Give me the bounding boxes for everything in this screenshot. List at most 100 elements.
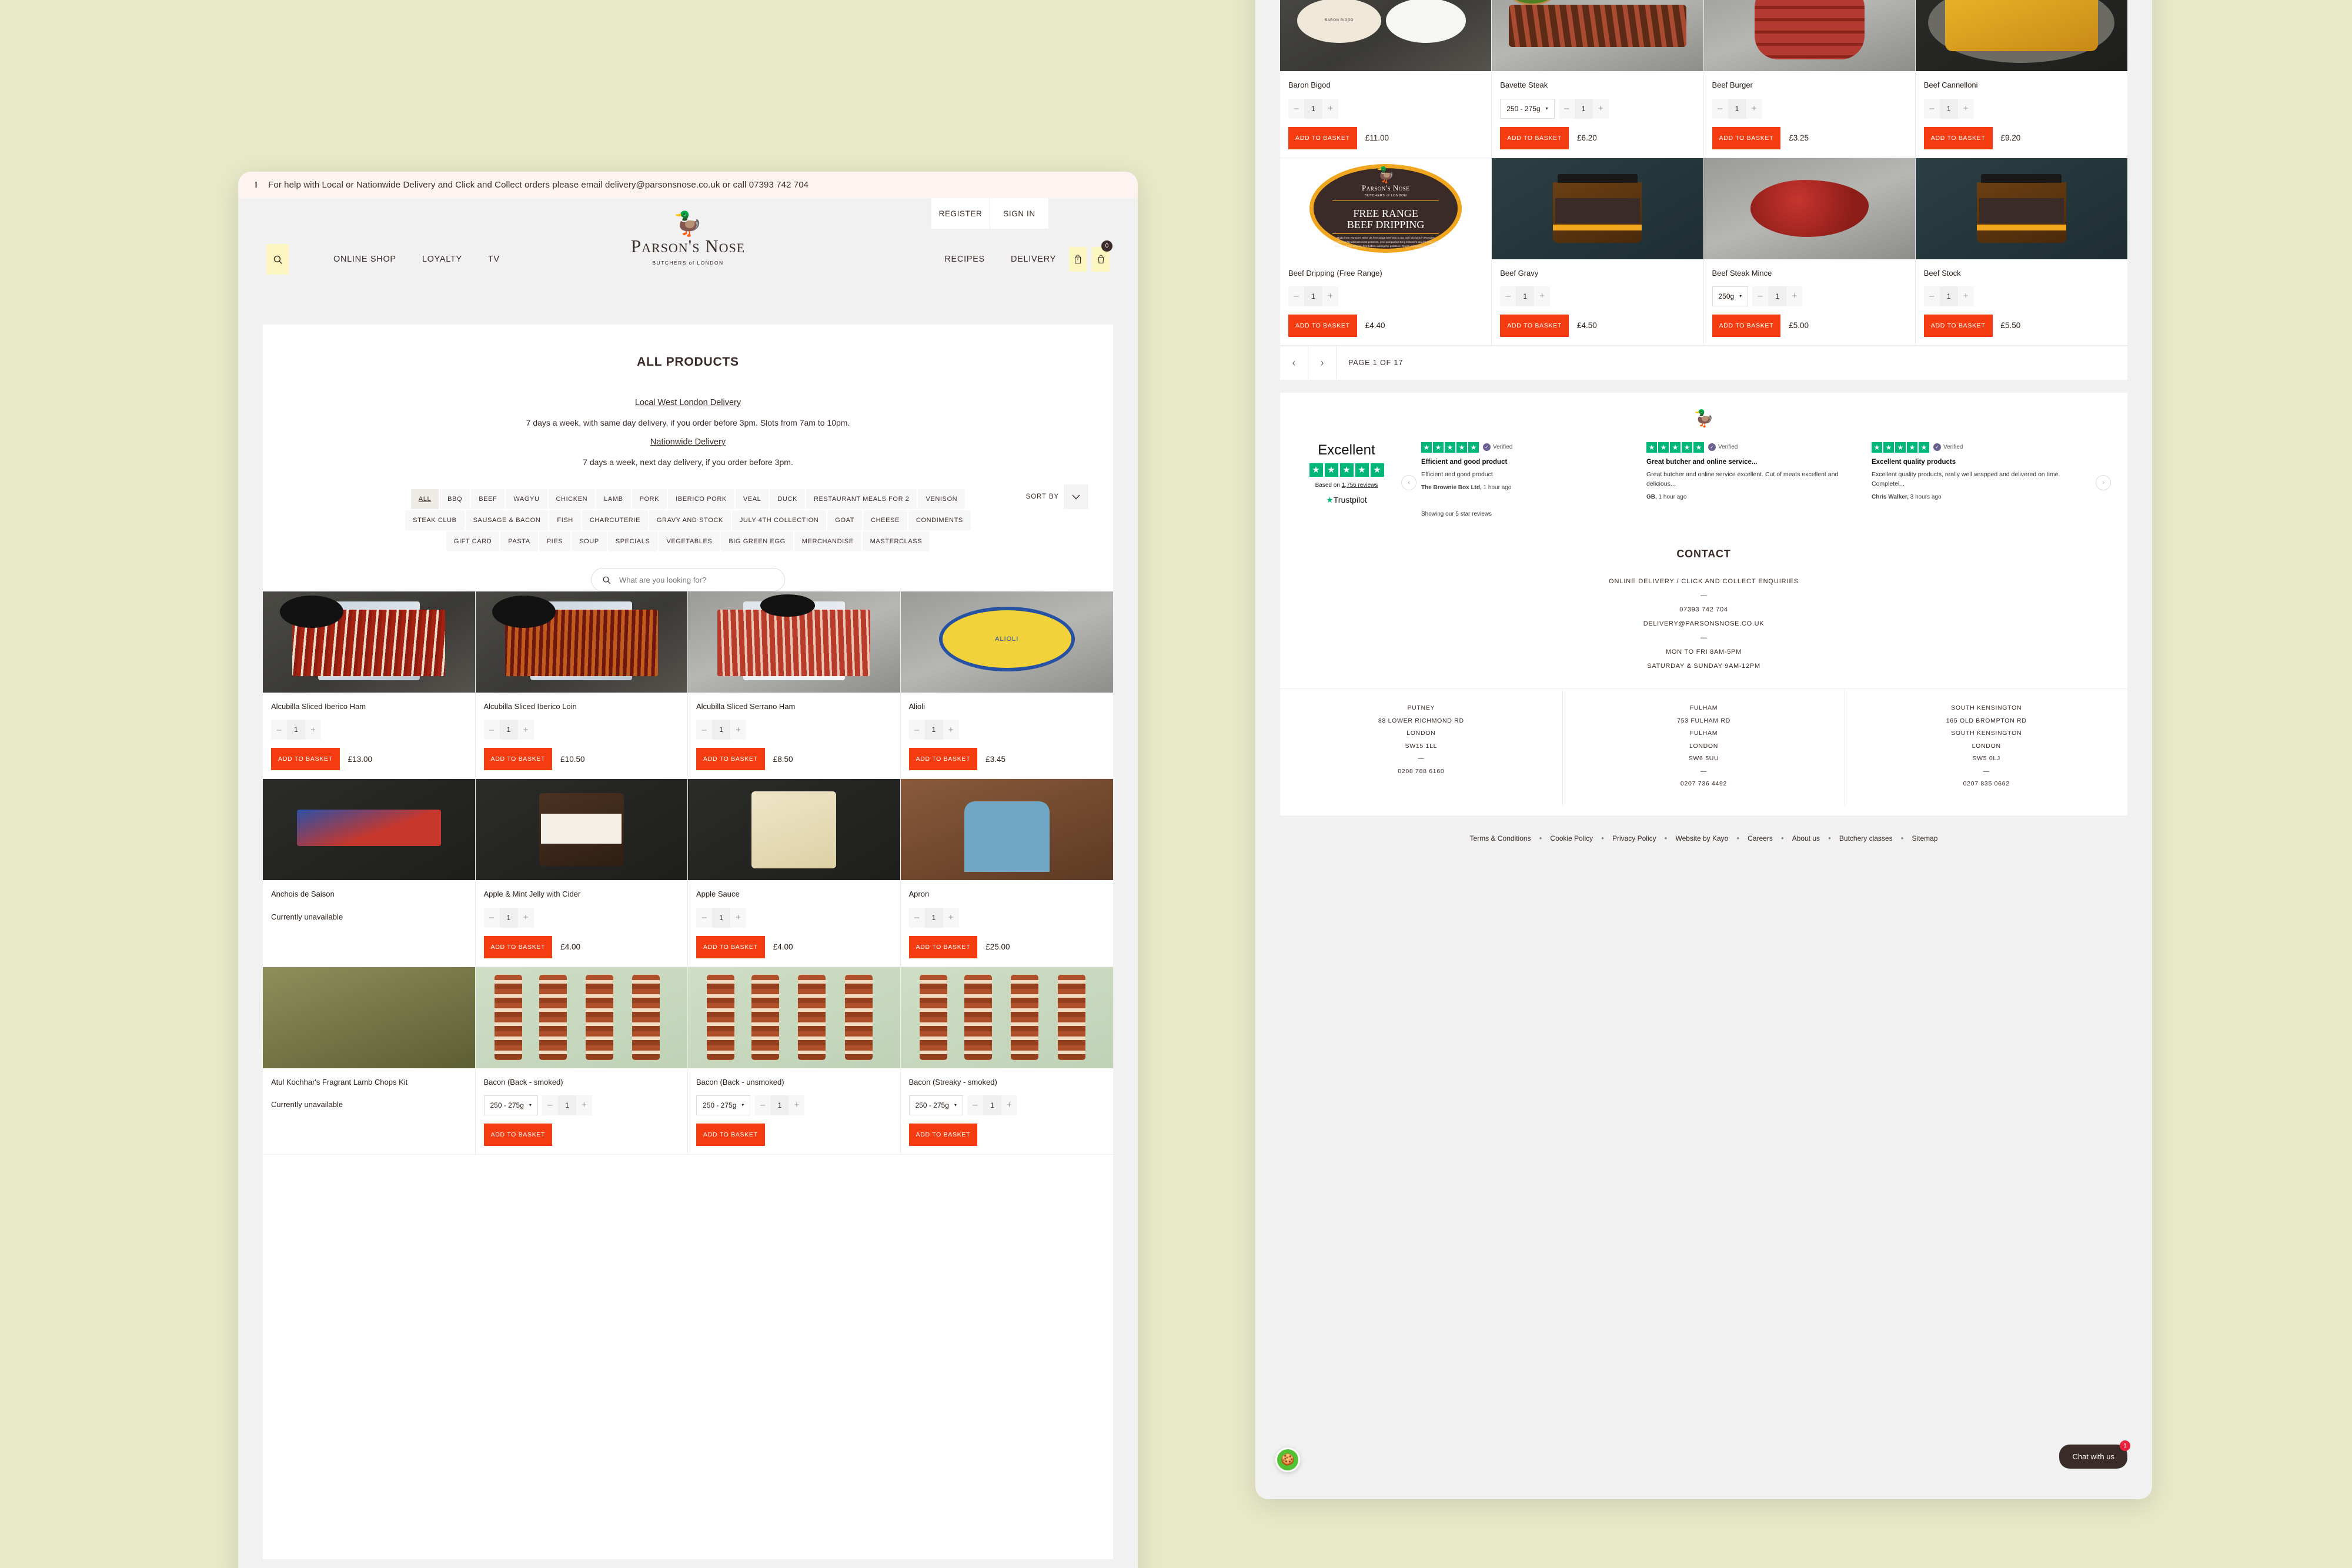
decrease-quantity-button[interactable]: – — [754, 1095, 771, 1115]
category-chip-fish[interactable]: FISH — [549, 510, 581, 530]
quantity-stepper[interactable]: –1 + — [754, 1095, 805, 1115]
decrease-quantity-button[interactable]: – — [1923, 286, 1940, 306]
increase-quantity-button[interactable]: + — [576, 1095, 592, 1115]
add-to-basket-button[interactable]: ADD TO BASKET — [908, 1123, 978, 1146]
product-image[interactable] — [263, 591, 475, 693]
contact-email[interactable]: DELIVERY@PARSONSNOSE.CO.UK — [1280, 620, 2127, 627]
decrease-quantity-button[interactable]: – — [1558, 98, 1575, 119]
product-image[interactable] — [900, 967, 1113, 1068]
next-page-icon[interactable]: › — [1308, 346, 1337, 380]
increase-quantity-button[interactable]: + — [1322, 98, 1338, 119]
nationwide-delivery-link[interactable]: Nationwide Delivery — [650, 437, 726, 447]
increase-quantity-button[interactable]: + — [730, 907, 746, 928]
category-chip-beef[interactable]: BEEF — [471, 489, 505, 509]
quantity-stepper[interactable]: –1 + — [271, 720, 321, 740]
footer-link-privacy-policy[interactable]: Privacy Policy — [1612, 834, 1656, 842]
category-chip-pies[interactable]: PIES — [539, 531, 571, 551]
category-chip-pasta[interactable]: PASTA — [500, 531, 538, 551]
add-to-basket-button[interactable]: ADD TO BASKET — [908, 748, 978, 771]
add-to-basket-button[interactable]: ADD TO BASKET — [696, 748, 765, 771]
product-image[interactable] — [475, 591, 687, 693]
increase-quantity-button[interactable]: + — [305, 720, 321, 740]
decrease-quantity-button[interactable]: – — [1712, 98, 1728, 119]
product-image[interactable] — [475, 967, 687, 1068]
decrease-quantity-button[interactable]: – — [1288, 286, 1304, 306]
footer-link-sitemap[interactable]: Sitemap — [1912, 834, 1937, 842]
category-chip-gravy-and-stock[interactable]: GRAVY AND STOCK — [649, 510, 731, 530]
product-image[interactable] — [263, 779, 475, 881]
decrease-quantity-button[interactable]: – — [271, 720, 287, 740]
increase-quantity-button[interactable]: + — [1534, 286, 1551, 306]
increase-quantity-button[interactable]: + — [789, 1095, 805, 1115]
nav-delivery[interactable]: DELIVERY — [998, 255, 1069, 264]
add-to-basket-button[interactable]: ADD TO BASKET — [1500, 314, 1569, 337]
category-chip-veal[interactable]: VEAL — [735, 489, 769, 509]
add-to-basket-button[interactable]: ADD TO BASKET — [1712, 126, 1781, 149]
register-link[interactable]: REGISTER — [931, 198, 990, 229]
category-chip-goat[interactable]: GOAT — [827, 510, 863, 530]
product-image[interactable] — [688, 779, 900, 881]
category-chip-cheese[interactable]: CHEESE — [863, 510, 907, 530]
product-image[interactable] — [1703, 158, 1915, 259]
decrease-quantity-button[interactable]: – — [542, 1095, 558, 1115]
footer-link-cookie-policy[interactable]: Cookie Policy — [1550, 834, 1593, 842]
product-image[interactable] — [1915, 0, 2127, 72]
decrease-quantity-button[interactable]: – — [1500, 286, 1516, 306]
increase-quantity-button[interactable]: + — [1322, 286, 1338, 306]
product-image[interactable] — [1915, 158, 2127, 259]
product-image[interactable] — [475, 779, 687, 881]
product-image[interactable] — [263, 967, 475, 1068]
signin-link[interactable]: SIGN IN — [990, 198, 1048, 229]
add-to-basket-button[interactable]: ADD TO BASKET — [1500, 126, 1569, 149]
category-chip-soup[interactable]: SOUP — [572, 531, 607, 551]
quantity-stepper[interactable]: –1 + — [696, 720, 746, 740]
quantity-stepper[interactable]: –1 + — [1288, 98, 1338, 119]
quantity-stepper[interactable]: –1 + — [696, 907, 746, 928]
variant-select[interactable]: 250 - 275g ▾ — [696, 1095, 751, 1115]
category-chip-iberico-pork[interactable]: IBERICO PORK — [668, 489, 734, 509]
footer-link-website-by-kayo[interactable]: Website by Kayo — [1675, 834, 1728, 842]
category-chip-venison[interactable]: VENISON — [918, 489, 965, 509]
category-chip-specials[interactable]: SPECIALS — [607, 531, 658, 551]
chevron-down-icon[interactable] — [1064, 484, 1088, 509]
category-chip-vegetables[interactable]: VEGETABLES — [659, 531, 720, 551]
increase-quantity-button[interactable]: + — [943, 907, 959, 928]
cookie-settings-icon[interactable]: 🍪 — [1275, 1447, 1300, 1472]
quantity-stepper[interactable]: –1 + — [483, 907, 534, 928]
increase-quantity-button[interactable]: + — [517, 720, 534, 740]
add-to-basket-button[interactable]: ADD TO BASKET — [1288, 314, 1357, 337]
category-chip-gift-card[interactable]: GIFT CARD — [446, 531, 500, 551]
product-image[interactable] — [1492, 158, 1703, 259]
increase-quantity-button[interactable]: + — [517, 907, 534, 928]
variant-select[interactable]: 250g ▾ — [1712, 286, 1749, 306]
sort-by-control[interactable]: SORT BY — [1026, 484, 1088, 509]
decrease-quantity-button[interactable]: – — [967, 1095, 983, 1115]
search-box[interactable] — [591, 568, 785, 591]
nav-tv[interactable]: TV — [475, 255, 513, 264]
increase-quantity-button[interactable]: + — [1957, 98, 1974, 119]
quantity-stepper[interactable]: –1 + — [1923, 98, 1974, 119]
quantity-stepper[interactable]: –1 + — [967, 1095, 1017, 1115]
category-chip-charcuterie[interactable]: CHARCUTERIE — [582, 510, 648, 530]
add-to-basket-button[interactable]: ADD TO BASKET — [483, 935, 553, 958]
category-chip-steak-club[interactable]: STEAK CLUB — [405, 510, 465, 530]
product-image[interactable] — [688, 591, 900, 693]
increase-quantity-button[interactable]: + — [943, 720, 959, 740]
category-chip-masterclass[interactable]: MASTERCLASS — [862, 531, 930, 551]
quantity-stepper[interactable]: –1 + — [1500, 286, 1551, 306]
quantity-stepper[interactable]: –1 + — [908, 720, 959, 740]
search-icon[interactable] — [266, 244, 289, 275]
category-chip-wagyu[interactable]: WAGYU — [506, 489, 547, 509]
chat-with-us-button[interactable]: Chat with us 1 — [2059, 1440, 2130, 1469]
decrease-quantity-button[interactable]: – — [1923, 98, 1940, 119]
product-image[interactable]: ALIOLI — [900, 591, 1113, 693]
nav-online-shop[interactable]: ONLINE SHOP — [320, 255, 409, 264]
variant-select[interactable]: 250 - 275g ▾ — [1500, 98, 1555, 119]
gift-bag-icon[interactable] — [1069, 247, 1087, 272]
category-chip-pork[interactable]: PORK — [632, 489, 667, 509]
product-image[interactable] — [688, 967, 900, 1068]
increase-quantity-button[interactable]: + — [1592, 98, 1609, 119]
increase-quantity-button[interactable]: + — [1746, 98, 1762, 119]
basket-icon[interactable]: 0 — [1092, 240, 1112, 272]
quantity-stepper[interactable]: –1 + — [1752, 286, 1803, 306]
